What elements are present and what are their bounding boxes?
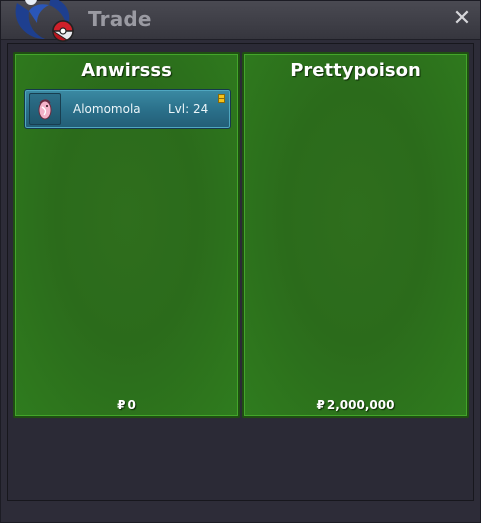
held-item-icon <box>218 94 225 103</box>
trade-panel-left: Anwirsss Alomomola Lvl: 24 ₽0 <box>13 52 240 418</box>
pokeball-logo-icon <box>15 0 74 42</box>
pokemon-slot[interactable]: Alomomola Lvl: 24 <box>24 89 231 129</box>
pokedollar-icon: ₽ <box>117 398 126 412</box>
action-area <box>13 422 469 496</box>
close-icon[interactable]: ✕ <box>453 6 471 31</box>
money-left: ₽0 <box>15 398 238 412</box>
pokemon-sprite-icon <box>29 93 61 125</box>
title-bar[interactable]: Trade ✕ <box>1 0 480 42</box>
close-button[interactable]: ✕ <box>451 7 473 31</box>
trade-panel-right: Prettypoison ₽2,000,000 <box>242 52 469 418</box>
pokemon-name: Alomomola <box>73 102 141 116</box>
money-amount-right: 2,000,000 <box>326 398 395 412</box>
money-amount-left: 0 <box>127 398 136 412</box>
trade-window: Trade ✕ Anwirsss Alomomola Lvl: 24 ₽ 0 P… <box>0 0 481 523</box>
trade-content: Anwirsss Alomomola Lvl: 24 ₽0 Prettypois… <box>7 43 474 501</box>
player-name-left: Anwirsss <box>81 60 172 81</box>
pokedollar-icon: ₽ <box>316 398 325 412</box>
player-name-right: Prettypoison <box>290 60 421 81</box>
pokemon-level: Lvl: 24 <box>168 102 209 116</box>
window-title: Trade <box>88 7 152 31</box>
money-right: ₽2,000,000 <box>244 398 467 412</box>
